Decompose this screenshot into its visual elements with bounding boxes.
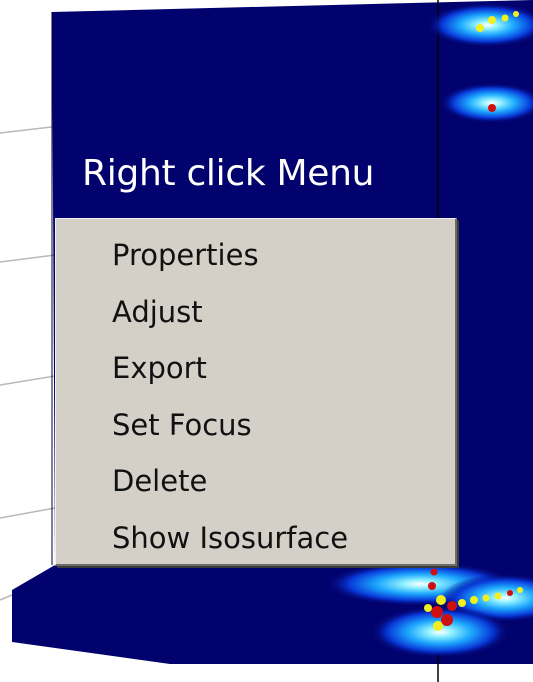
marker-point [507, 590, 513, 596]
marker-point [501, 14, 509, 22]
menu-item-properties[interactable]: Properties [56, 227, 455, 284]
menu-caption: Right click Menu [82, 153, 375, 194]
marker-point [428, 582, 436, 590]
marker-point [488, 104, 496, 112]
marker-point [476, 24, 484, 32]
marker-point [447, 601, 457, 611]
marker-point [424, 604, 432, 612]
marker-point [517, 587, 523, 593]
marker-point [441, 614, 453, 626]
marker-point [458, 599, 466, 607]
marker-point [494, 592, 502, 600]
marker-point [433, 621, 443, 631]
menu-item-show-isosurface[interactable]: Show Isosurface [56, 510, 455, 567]
marker-point [430, 568, 438, 576]
menu-item-adjust[interactable]: Adjust [56, 284, 455, 341]
menu-item-delete[interactable]: Delete [56, 453, 455, 510]
marker-point [513, 11, 519, 17]
marker-point [488, 16, 496, 24]
marker-point [470, 596, 478, 604]
marker-point [482, 594, 490, 602]
menu-item-set-focus[interactable]: Set Focus [56, 397, 455, 454]
marker-point [436, 595, 446, 605]
menu-item-export[interactable]: Export [56, 340, 455, 397]
context-menu: Properties Adjust Export Set Focus Delet… [55, 218, 457, 566]
marker-point [431, 606, 443, 618]
